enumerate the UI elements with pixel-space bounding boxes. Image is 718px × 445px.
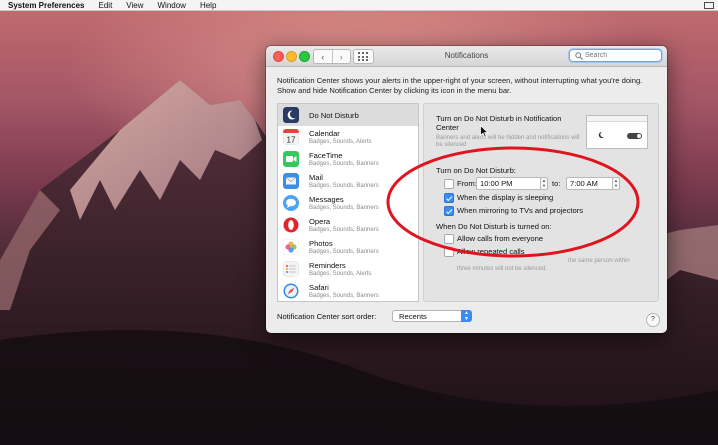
dnd-heading: Turn on Do Not Disturb in Notification C… bbox=[436, 114, 562, 132]
search-input[interactable] bbox=[585, 50, 657, 60]
notifications-window: ‹ › Notifications Notification Cen bbox=[266, 46, 667, 333]
do-not-disturb-panel: Turn on Do Not Disturb in Notification C… bbox=[423, 103, 659, 302]
menu-app-name[interactable]: System Preferences bbox=[8, 1, 85, 10]
reminders-icon bbox=[283, 261, 299, 277]
app-name: Reminders bbox=[309, 261, 346, 270]
repeated-calls-note-1: the same person within bbox=[568, 258, 630, 264]
menu-view[interactable]: View bbox=[126, 1, 143, 10]
sort-order-value: Recents bbox=[399, 312, 427, 321]
search-field[interactable] bbox=[569, 49, 662, 62]
app-notification-style: Badges, Sounds, Banners bbox=[309, 293, 379, 299]
list-item-safari[interactable]: Safari Badges, Sounds, Banners bbox=[278, 280, 418, 301]
calendar-icon: 17 bbox=[283, 129, 299, 145]
list-item-opera[interactable]: Opera Badges, Sounds, Banners bbox=[278, 214, 418, 236]
display-sleeping-checkbox[interactable] bbox=[444, 193, 454, 203]
menu-bar: System Preferences Edit View Window Help bbox=[0, 0, 718, 11]
app-name: Photos bbox=[309, 239, 333, 248]
mirroring-checkbox[interactable] bbox=[444, 206, 454, 216]
mirroring-label: When mirroring to TVs and projectors bbox=[457, 206, 584, 215]
list-item-mail[interactable]: Mail Badges, Sounds, Banners bbox=[278, 170, 418, 192]
app-name: Safari bbox=[309, 283, 329, 292]
chevron-up-down-icon: ▲ ▼ bbox=[461, 310, 472, 322]
menu-help[interactable]: Help bbox=[200, 1, 216, 10]
app-notification-style: Badges, Sounds, Banners bbox=[309, 183, 379, 189]
app-list[interactable]: Do Not Disturb 17 Calendar Badges, Sound… bbox=[277, 103, 419, 302]
list-item-do-not-disturb[interactable]: Do Not Disturb bbox=[278, 104, 418, 126]
to-time-field[interactable]: 7:00 AM bbox=[566, 177, 614, 190]
menu-status-icon[interactable] bbox=[704, 1, 714, 9]
sort-order-label: Notification Center sort order: bbox=[277, 312, 377, 321]
safari-icon bbox=[283, 283, 299, 299]
from-label: From: bbox=[457, 179, 477, 188]
when-on-label: When Do Not Disturb is turned on: bbox=[436, 222, 552, 231]
messages-icon bbox=[283, 195, 299, 211]
to-label: to: bbox=[552, 179, 561, 188]
app-name: Calendar bbox=[309, 129, 340, 138]
svg-text:17: 17 bbox=[287, 136, 296, 145]
opera-icon bbox=[283, 217, 299, 233]
to-time-stepper[interactable]: ▲ ▼ bbox=[612, 177, 620, 190]
menu-edit[interactable]: Edit bbox=[99, 1, 113, 10]
app-notification-style: Badges, Sounds, Alerts bbox=[309, 271, 372, 277]
photos-icon bbox=[283, 239, 299, 255]
app-notification-style: Badges, Sounds, Alerts bbox=[309, 139, 372, 145]
from-time-field[interactable]: 10:00 PM bbox=[476, 177, 542, 190]
search-icon bbox=[575, 52, 583, 60]
list-item-reminders[interactable]: Reminders Badges, Sounds, Alerts bbox=[278, 258, 418, 280]
facetime-icon bbox=[283, 151, 299, 167]
allow-calls-label: Allow calls from everyone bbox=[457, 234, 544, 243]
mouse-cursor-icon bbox=[480, 125, 489, 138]
allow-repeated-label: Allow repeated calls bbox=[457, 247, 525, 256]
moon-icon bbox=[598, 131, 604, 138]
app-name: Mail bbox=[309, 173, 323, 182]
app-name: Do Not Disturb bbox=[309, 111, 359, 120]
dnd-preview-image bbox=[586, 115, 648, 149]
title-bar[interactable]: ‹ › Notifications bbox=[266, 46, 667, 67]
app-notification-style: Badges, Sounds, Banners bbox=[309, 205, 379, 211]
from-time-stepper[interactable]: ▲ ▼ bbox=[540, 177, 548, 190]
mail-icon bbox=[283, 173, 299, 189]
list-item-facetime[interactable]: FaceTime Badges, Sounds, Banners bbox=[278, 148, 418, 170]
menu-window[interactable]: Window bbox=[158, 1, 186, 10]
list-item-messages[interactable]: Messages Badges, Sounds, Banners bbox=[278, 192, 418, 214]
moon-icon bbox=[283, 107, 299, 123]
app-notification-style: Badges, Sounds, Banners bbox=[309, 249, 379, 255]
sort-order-select[interactable]: Recents ▲ ▼ bbox=[392, 310, 472, 322]
allow-calls-checkbox[interactable] bbox=[444, 234, 454, 244]
app-name: Messages bbox=[309, 195, 344, 204]
window-description: Notification Center shows your alerts in… bbox=[277, 76, 643, 95]
turn-on-dnd-label: Turn on Do Not Disturb: bbox=[436, 166, 516, 175]
allow-repeated-checkbox[interactable] bbox=[444, 247, 454, 257]
toggle-switch bbox=[627, 133, 642, 139]
display-sleeping-label: When the display is sleeping bbox=[457, 193, 554, 202]
dnd-note: Banners and alerts will be hidden and no… bbox=[436, 135, 580, 148]
app-name: FaceTime bbox=[309, 151, 343, 160]
app-notification-style: Badges, Sounds, Banners bbox=[309, 161, 379, 167]
app-notification-style: Badges, Sounds, Banners bbox=[309, 227, 379, 233]
list-item-photos[interactable]: Photos Badges, Sounds, Banners bbox=[278, 236, 418, 258]
help-button[interactable]: ? bbox=[646, 313, 660, 327]
from-checkbox[interactable] bbox=[444, 179, 454, 189]
list-item-calendar[interactable]: 17 Calendar Badges, Sounds, Alerts bbox=[278, 126, 418, 148]
app-name: Opera bbox=[309, 217, 331, 226]
repeated-calls-note-2: three minutes will not be silenced. bbox=[457, 266, 548, 272]
